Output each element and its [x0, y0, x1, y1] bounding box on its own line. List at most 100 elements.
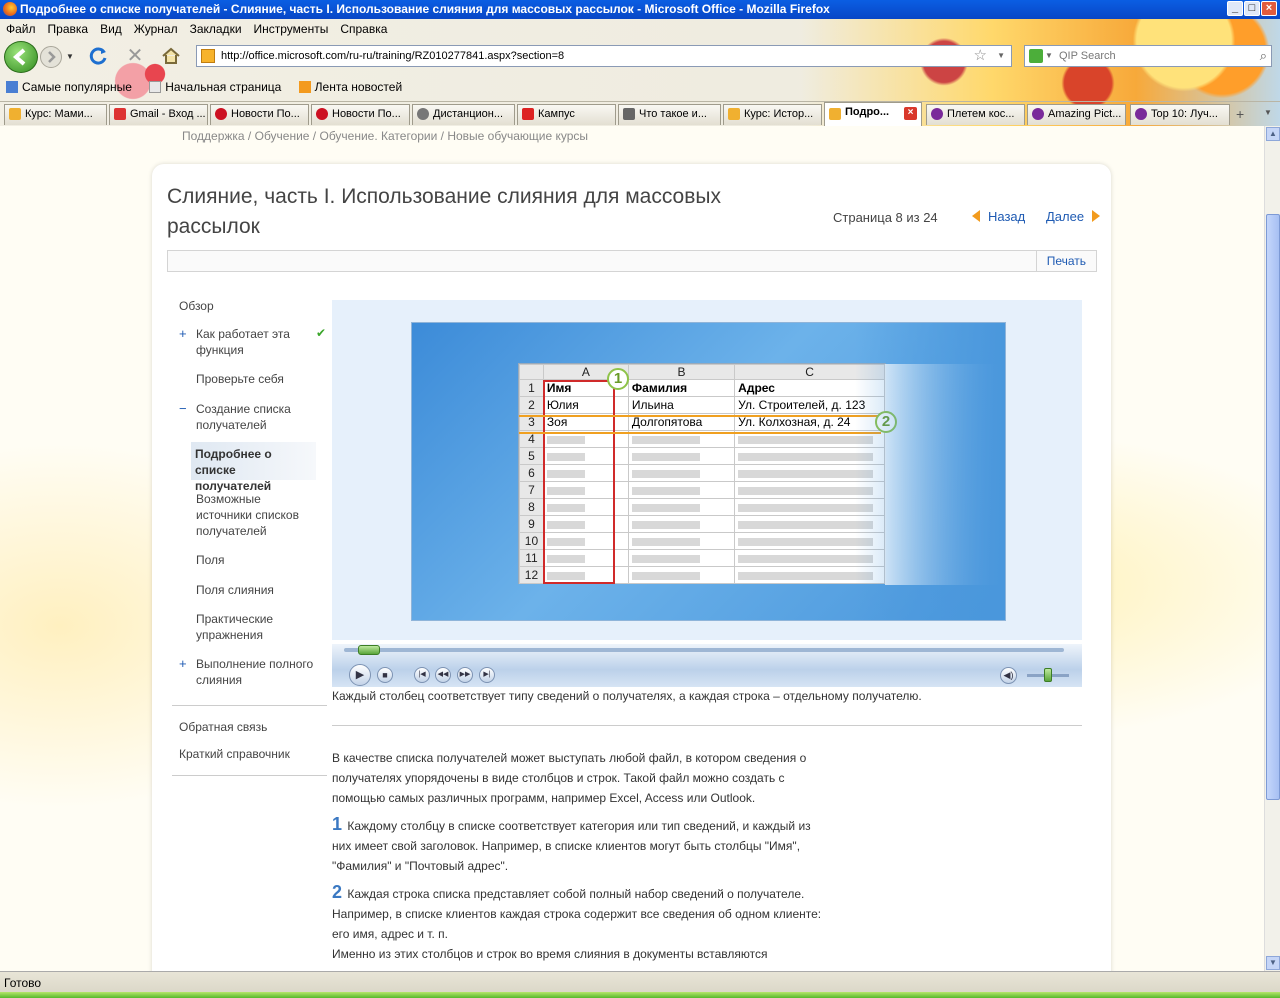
tab-3[interactable]: Новости По...	[210, 104, 309, 125]
scroll-up-icon[interactable]: ▲	[1266, 127, 1280, 141]
bookmark-start-page[interactable]: Начальная страница	[165, 80, 281, 94]
tab-8[interactable]: Курс: Истор...	[723, 104, 822, 125]
row-header: 12	[519, 566, 544, 584]
cell-placeholder	[627, 464, 736, 482]
tab-favicon	[522, 108, 534, 120]
close-window-button[interactable]: ×	[1261, 1, 1277, 16]
tab-11[interactable]: Amazing Pict...	[1027, 104, 1126, 125]
nav-feedback[interactable]: Обратная связь	[179, 719, 267, 735]
close-tab-icon[interactable]: ×	[904, 107, 917, 120]
cell-placeholder	[627, 498, 736, 516]
menu-history[interactable]: Журнал	[134, 22, 178, 36]
menu-view[interactable]: Вид	[100, 22, 122, 36]
print-button[interactable]: Печать	[1035, 251, 1096, 271]
nav-item-label: Создание списка получателей	[196, 402, 291, 432]
nav-item-fields[interactable]: Поля	[196, 552, 225, 568]
tab-1[interactable]: Курс: Мами...	[4, 104, 107, 125]
new-tab-icon[interactable]: +	[1236, 106, 1244, 122]
minimize-button[interactable]: _	[1227, 1, 1243, 16]
scroll-thumb[interactable]	[1266, 214, 1280, 800]
tab-label: Amazing Pict...	[1048, 108, 1122, 120]
forward-arrow-icon	[48, 51, 56, 63]
tab-label: Новости По...	[332, 108, 401, 120]
nav-quick-reference[interactable]: Краткий справочник	[179, 746, 290, 762]
bookmark-star-icon[interactable]: ☆	[974, 46, 987, 66]
menu-help[interactable]: Справка	[340, 22, 387, 36]
browser-chrome: Файл Правка Вид Журнал Закладки Инструменты Сп…	[0, 19, 1280, 126]
caption-divider	[332, 725, 1082, 726]
address-bar[interactable]: http://office.microsoft.com/ru-ru/traini…	[196, 45, 1012, 67]
menu-bookmarks[interactable]: Закладки	[190, 22, 242, 36]
tab-5[interactable]: Дистанцион...	[412, 104, 515, 125]
tab-7[interactable]: Что такое и...	[618, 104, 721, 125]
search-engine-icon[interactable]	[1029, 49, 1043, 63]
search-input[interactable]: ▼ QIP Search ⌕	[1024, 45, 1272, 67]
nav-overview[interactable]: Обзор	[179, 298, 214, 314]
page-viewport: Поддержка / Обучение / Обучение. Категор…	[0, 126, 1264, 971]
forward-button[interactable]	[40, 46, 62, 68]
scroll-down-icon[interactable]: ▼	[1266, 956, 1280, 970]
nav-item-full-merge[interactable]: + Выполнение полного слияния	[179, 656, 321, 688]
mute-button[interactable]: ◀)	[1000, 667, 1017, 684]
nav-item-merge-fields[interactable]: Поля слияния	[196, 582, 274, 598]
reload-button[interactable]	[88, 45, 110, 67]
menu-edit[interactable]: Правка	[48, 22, 89, 36]
row-header: 7	[519, 481, 544, 499]
back-button[interactable]	[4, 41, 38, 73]
seek-bar[interactable]	[344, 648, 1064, 652]
nav-item-how-it-works[interactable]: + Как работает эта функция	[179, 326, 306, 358]
menu-file[interactable]: Файл	[6, 22, 36, 36]
rss-feed-icon	[298, 81, 311, 93]
tab-6[interactable]: Кампус	[517, 104, 616, 125]
nav-item-create-list[interactable]: − Создание списка получателей	[179, 401, 306, 433]
volume-thumb[interactable]	[1044, 668, 1052, 682]
next-button[interactable]: ▶|	[479, 667, 495, 683]
play-button[interactable]: ▶	[349, 664, 371, 686]
breadcrumb[interactable]: Поддержка / Обучение / Обучение. Категор…	[182, 129, 588, 143]
previous-button[interactable]: |◀	[414, 667, 430, 683]
next-arrow-icon	[1092, 210, 1101, 222]
next-link[interactable]: Далее	[1046, 209, 1101, 224]
tab-2[interactable]: Gmail - Вход ...	[109, 104, 208, 125]
home-button[interactable]	[160, 45, 182, 67]
cell-placeholder	[627, 515, 736, 533]
expand-plus-icon[interactable]: +	[179, 326, 187, 342]
url-dropdown-icon[interactable]: ▼	[997, 46, 1005, 66]
tab-10[interactable]: Плетем кос...	[926, 104, 1025, 125]
tab-active[interactable]: Подро... ×	[824, 102, 922, 126]
row-header: 10	[519, 532, 544, 550]
bookmark-news-feed[interactable]: Лента новостей	[315, 80, 403, 94]
bookmark-most-visited[interactable]: Самые популярные	[22, 80, 132, 94]
rewind-button[interactable]: ◀◀	[435, 667, 451, 683]
nav-divider	[172, 705, 327, 706]
expand-plus-icon[interactable]: +	[179, 656, 187, 672]
tab-list-dropdown-icon[interactable]: ▼	[1264, 108, 1272, 117]
nav-item-exercises[interactable]: Практические упражнения	[196, 611, 306, 643]
fast-forward-button[interactable]: ▶▶	[457, 667, 473, 683]
tab-12[interactable]: Top 10: Луч...	[1130, 104, 1230, 125]
nav-item-current[interactable]: Подробнее о списке получателей	[195, 446, 315, 494]
tab-label: Плетем кос...	[947, 108, 1015, 120]
search-magnifier-icon[interactable]: ⌕	[1260, 46, 1267, 66]
tab-label: Курс: Мами...	[25, 108, 93, 120]
history-dropdown-icon[interactable]: ▼	[66, 52, 74, 61]
intro-paragraph: В качестве списка получателей может выст…	[332, 751, 807, 805]
tab-4[interactable]: Новости По...	[311, 104, 410, 125]
back-link[interactable]: Назад	[972, 209, 1025, 224]
search-engine-dropdown-icon[interactable]: ▼	[1045, 46, 1053, 66]
nav-item-check-yourself[interactable]: Проверьте себя	[196, 371, 306, 387]
collapse-minus-icon[interactable]: −	[179, 401, 187, 417]
menu-tools[interactable]: Инструменты	[254, 22, 329, 36]
seek-thumb[interactable]	[357, 645, 380, 655]
nav-divider	[172, 775, 327, 776]
site-favicon	[201, 49, 215, 63]
nav-item-sources[interactable]: Возможные источники списков получателей	[196, 491, 311, 539]
maximize-button[interactable]: □	[1244, 1, 1260, 16]
stop-button[interactable]: ✕	[124, 45, 146, 67]
tab-label: Что такое и...	[639, 108, 707, 120]
tab-favicon	[623, 108, 635, 120]
menu-bar: Файл Правка Вид Журнал Закладки Инструменты Сп…	[0, 19, 800, 39]
demo-slide[interactable]: ABC 1 Имя Фамилия Адрес 2 Юлия Ильина Ул. Стро…	[411, 322, 1006, 621]
stop-button[interactable]: ■	[377, 667, 393, 683]
vertical-scrollbar[interactable]: ▲ ▼	[1264, 126, 1280, 971]
